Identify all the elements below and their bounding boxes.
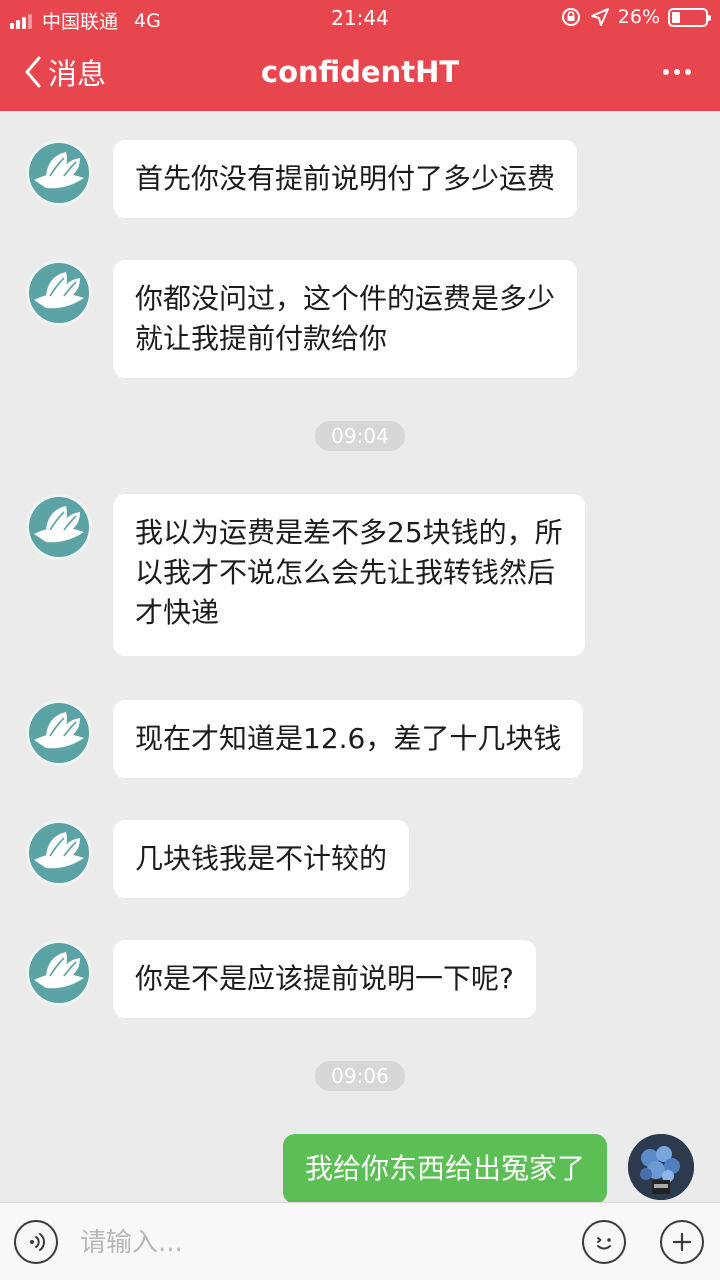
carrier-label: 中国联通 (42, 11, 119, 33)
dot-icon (674, 69, 680, 75)
battery-icon (668, 7, 711, 27)
leaf-logo-icon (29, 823, 89, 883)
message-line: 就让我提前付款给你 (135, 322, 388, 355)
message-line: 你都没问过，这个件的运费是多少 (135, 282, 556, 315)
leaf-logo-icon (29, 703, 89, 763)
leaf-logo-icon (29, 943, 89, 1003)
message-line: 才快递 (135, 596, 220, 629)
voice-button[interactable] (14, 1220, 58, 1264)
back-button[interactable]: 消息 (24, 52, 106, 92)
message-bubble[interactable]: 首先你没有提前说明付了多少运费 (113, 140, 578, 218)
my-message-bubble[interactable]: 我给你东西给出冤家了 (282, 1134, 607, 1204)
contact-avatar[interactable] (26, 494, 92, 560)
chat-title: confidentHT (260, 55, 460, 89)
message-line: 首先你没有提前说明付了多少运费 (135, 162, 556, 195)
back-label: 消息 (48, 57, 107, 91)
contact-avatar[interactable] (26, 940, 92, 1006)
message-bubble[interactable]: 我以为运费是差不多25块钱的，所 以我才不说怎么会先让我转钱然后 才快递 (113, 494, 585, 656)
voice-icon (30, 1233, 45, 1251)
contact-avatar[interactable] (26, 140, 92, 206)
contact-avatar[interactable] (26, 260, 92, 326)
timestamp-pill: 09:06 (315, 1061, 405, 1091)
message-bubble[interactable]: 你都没问过，这个件的运费是多少 就让我提前付款给你 (113, 260, 578, 378)
network-label: 4G (134, 9, 161, 32)
leaf-logo-icon (29, 263, 89, 323)
my-avatar[interactable] (628, 1134, 694, 1200)
message-bubble[interactable]: 现在才知道是12.6，差了十几块钱 (113, 700, 584, 778)
dot-icon (685, 69, 691, 75)
signal-icon (10, 13, 32, 29)
message-line: 我给你东西给出冤家了 (304, 1152, 585, 1185)
location-icon (590, 8, 609, 26)
add-button[interactable] (660, 1220, 704, 1264)
rotation-lock-icon (561, 8, 580, 26)
contact-avatar[interactable] (26, 700, 92, 766)
contact-avatar[interactable] (26, 820, 92, 886)
app-header: 中国联通 4G 21:44 26% 消息 confidentHT (0, 0, 720, 111)
dot-icon (663, 69, 669, 75)
message-line: 几块钱我是不计较的 (135, 842, 388, 875)
message-line: 现在才知道是12.6，差了十几块钱 (135, 722, 562, 755)
emoji-button[interactable] (582, 1220, 626, 1264)
smiley-icon (597, 1237, 611, 1250)
message-input[interactable] (80, 1223, 550, 1263)
leaf-logo-icon (29, 497, 89, 557)
input-bar (0, 1202, 720, 1280)
message-line: 以我才不说怎么会先让我转钱然后 (135, 556, 556, 589)
status-bar: 中国联通 4G 21:44 26% (0, 0, 720, 38)
timestamp-pill: 09:04 (315, 421, 405, 451)
flower-photo-icon (628, 1134, 694, 1200)
message-bubble[interactable]: 你是不是应该提前说明一下呢? (113, 940, 536, 1018)
plus-icon (672, 1232, 692, 1252)
message-line: 你是不是应该提前说明一下呢? (135, 962, 514, 995)
message-line: 我以为运费是差不多25块钱的，所 (135, 516, 563, 549)
leaf-logo-icon (29, 143, 89, 203)
more-options-button[interactable] (654, 52, 700, 92)
battery-percent: 26% (617, 6, 660, 28)
message-bubble[interactable]: 几块钱我是不计较的 (113, 820, 410, 898)
chevron-left-icon (25, 56, 41, 88)
